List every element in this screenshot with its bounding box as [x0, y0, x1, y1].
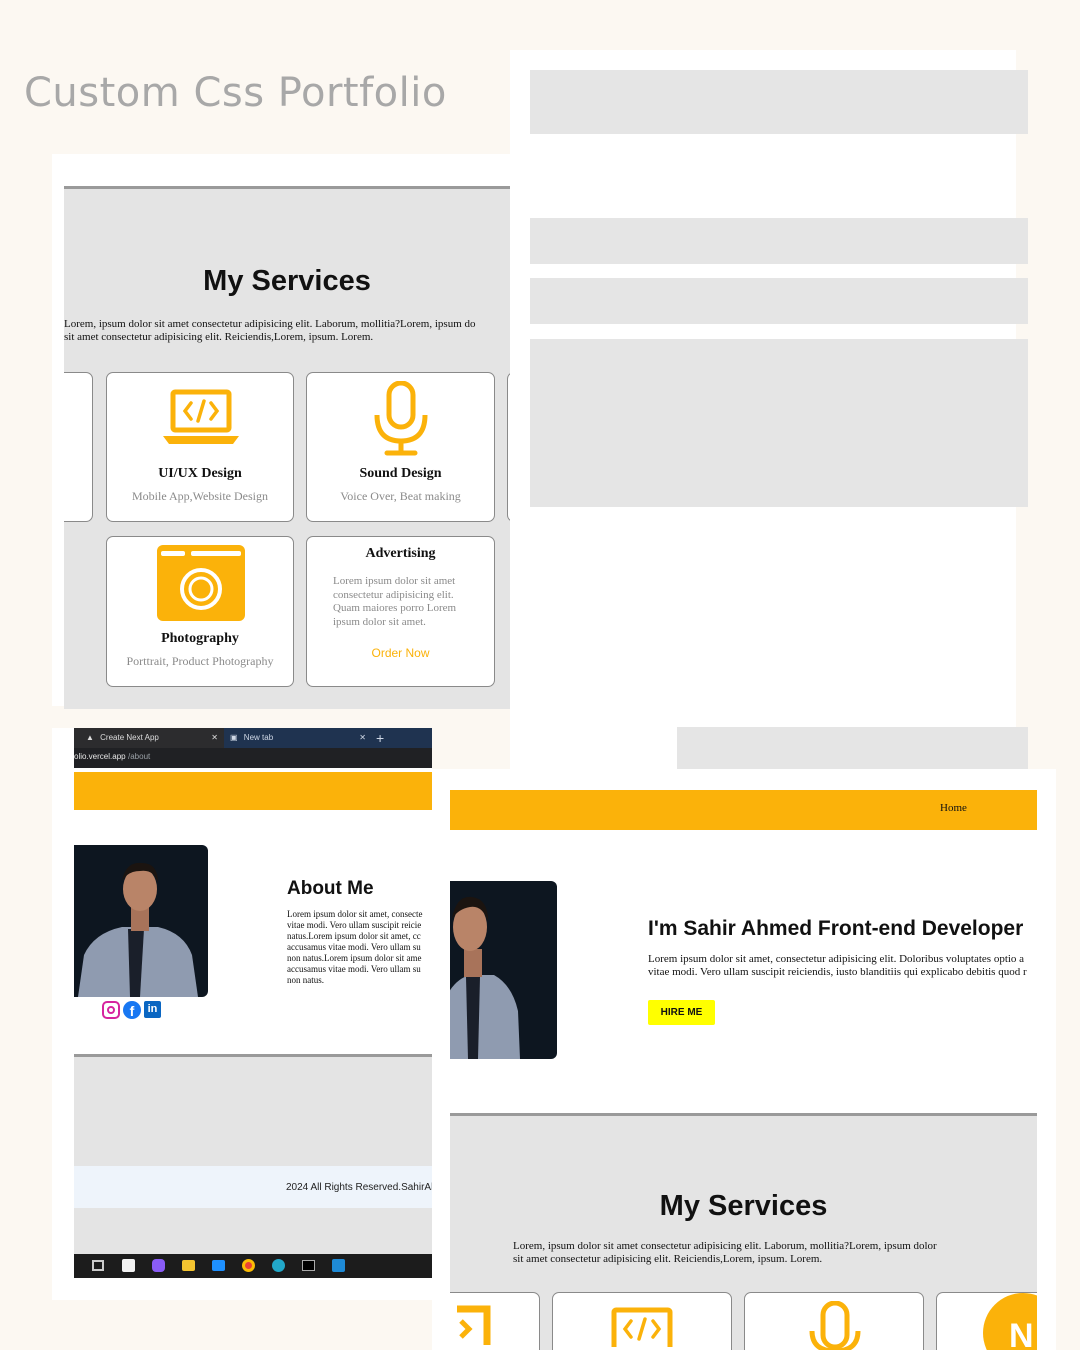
about-screenshot: ▲ Create Next App ✕ ▣ New tab ✕ + olio.v…	[52, 728, 432, 1300]
wireframe-block	[530, 278, 1028, 324]
calendar-icon[interactable]	[122, 1259, 135, 1272]
card-title: Photography	[161, 631, 239, 646]
home-screenshot: Home I'm Sahir Ahmed Front-end Developer…	[432, 769, 1056, 1350]
page-title: Custom Css Portfolio	[24, 70, 447, 116]
camera-folder-icon	[157, 545, 245, 621]
service-card-sound[interactable]	[744, 1292, 924, 1350]
card-title: UI/UX Design	[158, 466, 242, 481]
microphone-icon	[374, 381, 428, 456]
service-card-sound[interactable]: Sound Design Voice Over, Beat making	[306, 372, 495, 522]
wireframe-block	[530, 339, 1028, 507]
about-body: Lorem ipsum dolor sit amet, consecte vit…	[287, 909, 423, 985]
gray-section	[74, 1054, 432, 1169]
linkedin-icon[interactable]: in	[144, 1001, 161, 1018]
mail-icon[interactable]	[212, 1260, 225, 1271]
service-card-partial[interactable]	[450, 1292, 540, 1350]
services-screenshot: My Services Lorem, ipsum dolor sit amet …	[52, 154, 510, 709]
arrow-icon	[457, 1305, 491, 1345]
tab-favicon-icon: ▲	[86, 733, 94, 742]
services-section: My Services Lorem, ipsum dolor sit amet …	[64, 186, 510, 709]
service-card-uiux[interactable]: UI/UX Design Mobile App,Website Design	[106, 372, 294, 522]
profile-photo	[74, 845, 208, 997]
home-services-section: My Services Lorem, ipsum dolor sit amet …	[450, 1113, 1037, 1350]
service-card-photography[interactable]: Photography Porttrait, Product Photograp…	[106, 536, 294, 687]
wireframe-panel	[510, 50, 1028, 770]
home-navbar: Home	[450, 790, 1037, 830]
footer-text: 2024 All Rights Reserved.SahirAhr	[286, 1182, 432, 1193]
instagram-icon[interactable]	[102, 1001, 120, 1019]
copilot-icon[interactable]	[152, 1259, 165, 1272]
facebook-icon[interactable]: f	[123, 1001, 141, 1019]
terminal-icon[interactable]	[302, 1260, 315, 1271]
wireframe-block	[530, 218, 1028, 264]
task-view-icon[interactable]	[92, 1260, 104, 1271]
wireframe-block	[530, 70, 1028, 134]
about-title: About Me	[287, 878, 374, 899]
services-intro: Lorem, ipsum dolor sit amet consectetur …	[64, 318, 476, 343]
chrome-icon[interactable]	[242, 1259, 255, 1272]
browser-tab[interactable]: ▣ New tab ✕	[226, 728, 372, 748]
services-intro: Lorem, ipsum dolor sit amet consectetur …	[513, 1240, 937, 1265]
url-path: /about	[128, 752, 151, 761]
services-title: My Services	[659, 1190, 828, 1222]
nextjs-icon-letter: N	[1009, 1317, 1034, 1350]
service-card-partial[interactable]	[507, 372, 510, 522]
tab-favicon-icon: ▣	[230, 733, 238, 742]
laptop-code-icon	[163, 389, 239, 444]
services-title: My Services	[203, 265, 371, 297]
service-card-uiux[interactable]	[552, 1292, 732, 1350]
microphone-icon	[809, 1301, 861, 1350]
order-now-link[interactable]: Order Now	[307, 646, 494, 660]
new-tab-icon[interactable]: +	[376, 728, 384, 748]
card-title: Sound Design	[359, 466, 442, 481]
about-navbar	[74, 772, 432, 810]
url-bar[interactable]: olio.vercel.app /about	[74, 748, 432, 768]
hero-photo	[450, 881, 557, 1059]
url-host: olio.vercel.app	[74, 752, 126, 761]
taskbar	[74, 1254, 432, 1278]
edge-icon[interactable]	[272, 1259, 285, 1272]
browser-tab[interactable]: ▲ Create Next App ✕	[74, 728, 224, 748]
hero-title: I'm Sahir Ahmed Front-end Developer	[648, 917, 1024, 940]
card-subtitle: Mobile App,Website Design	[131, 489, 269, 503]
service-card-partial[interactable]	[64, 372, 93, 522]
hero-text: Lorem ipsum dolor sit amet, consectetur …	[648, 953, 1027, 978]
service-card-advertising[interactable]: Advertising Lorem ipsum dolor sit amet c…	[306, 536, 495, 687]
card-body: Lorem ipsum dolor sit amet consectetur a…	[333, 575, 457, 628]
service-card-partial[interactable]: N	[936, 1292, 1037, 1350]
footer: 2024 All Rights Reserved.SahirAhr	[74, 1166, 432, 1208]
browser-tab-bar: ▲ Create Next App ✕ ▣ New tab ✕ +	[74, 728, 432, 748]
nav-home-link[interactable]: Home	[940, 802, 967, 814]
card-subtitle: Porttrait, Product Photography	[126, 654, 274, 668]
vscode-icon[interactable]	[332, 1259, 345, 1272]
close-icon[interactable]: ✕	[359, 728, 366, 748]
folder-icon[interactable]	[182, 1260, 195, 1271]
card-title: Advertising	[365, 546, 436, 561]
close-icon[interactable]: ✕	[211, 728, 218, 748]
gray-section	[74, 1208, 432, 1254]
card-subtitle: Voice Over, Beat making	[340, 489, 461, 503]
wireframe-block	[677, 727, 1028, 769]
hire-me-button[interactable]: HIRE ME	[648, 1000, 715, 1025]
laptop-code-icon	[611, 1307, 673, 1347]
